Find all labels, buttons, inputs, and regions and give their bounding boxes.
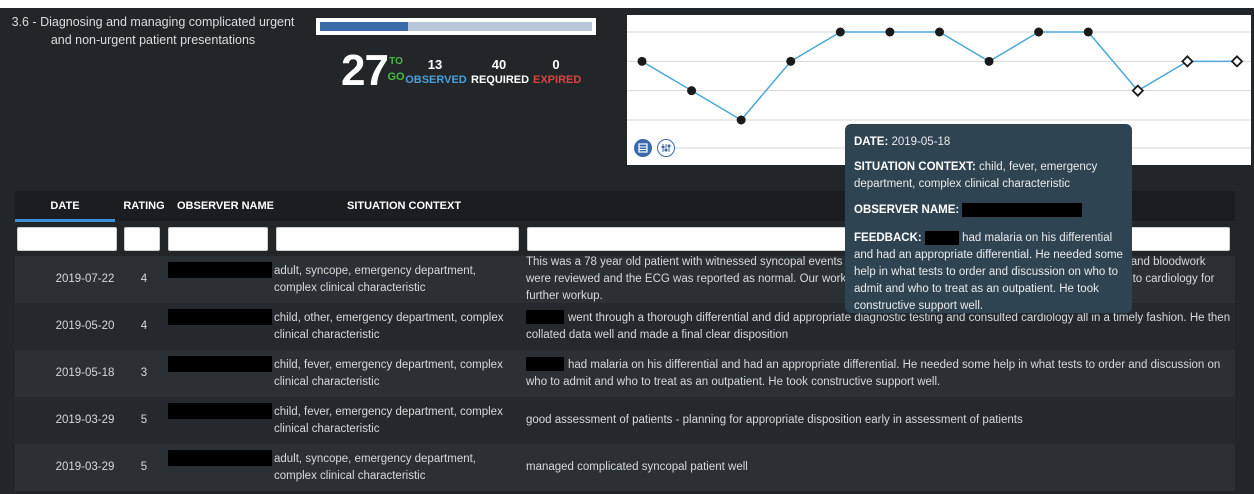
tooltip-observer: OBSERVER NAME: [854,202,1126,219]
row-feedback-text: good assessment of patients - planning f… [526,414,1023,426]
required-label: REQUIRED [471,74,530,86]
data-point-expired[interactable] [1181,55,1194,68]
data-point[interactable] [786,56,796,66]
header-date[interactable]: DATE [15,191,115,221]
date-filter-input[interactable] [17,227,117,251]
data-point[interactable] [1083,27,1093,37]
progress-track [320,22,592,31]
row-context: child, other, emergency department, comp… [274,311,504,341]
table-row[interactable]: 2019-05-18 3 child, fever, emergency dep… [15,350,1235,397]
observed-count: 13 [427,57,443,72]
table-view-icon[interactable] [634,139,652,157]
redacted-observer-name [168,403,272,419]
context-filter-input[interactable] [276,227,519,251]
observed-label: OBSERVED [405,74,467,86]
row-rating: 5 [140,461,148,473]
row-feedback: good assessment of patients - planning f… [526,397,1231,444]
redacted-observer-name [168,356,272,372]
progress-fill [320,22,409,31]
redacted-observer-name [168,450,272,466]
data-point[interactable] [984,56,994,66]
redacted-name [924,230,959,245]
row-rating: 5 [140,414,148,426]
data-point[interactable] [687,86,697,96]
tooltip-date-value: 2019-05-18 [891,136,951,148]
tooltip-observer-label: OBSERVER NAME: [854,204,960,216]
tooltip-feedback-value: had malaria on his differential and had … [854,232,1123,312]
row-rating: 4 [140,273,148,285]
data-point[interactable] [637,56,647,66]
tooltip-context-label: SITUATION CONTEXT: [854,161,976,173]
header-rating[interactable]: RATING [123,191,165,221]
header-context[interactable]: SITUATION CONTEXT [347,191,527,221]
data-point[interactable] [885,27,895,37]
top-band [0,0,1254,8]
expired-count: 0 [552,57,560,72]
table-row[interactable]: 2019-03-29 5 child, fever, emergency dep… [15,397,1235,444]
row-context: adult, syncope, emergency department, co… [274,452,477,482]
to-go-label-bottom: GO [387,71,405,83]
epa-title: 3.6 - Diagnosing and managing complicate… [11,15,295,47]
data-point[interactable] [835,27,845,37]
redacted-observer-name [168,262,272,278]
required-count: 40 [491,57,507,72]
rating-filter-input[interactable] [124,227,160,251]
filter-sliders-icon[interactable] [657,139,675,157]
row-feedback-text: had malaria on his differential and had … [526,358,1221,388]
progress-bar [316,18,596,35]
row-feedback: managed complicated syncopal patient wel… [526,444,1231,491]
to-go-label-top: TO [389,56,403,67]
tooltip-feedback: FEEDBACK: had malaria on his differentia… [854,230,1126,315]
redacted-observer-name [168,309,272,325]
redacted-name [526,310,564,325]
to-go-count: 27 [341,46,389,95]
redacted-name [526,357,564,372]
data-point[interactable] [1034,27,1044,37]
series-line [641,31,1237,121]
tooltip-date-label: DATE: [854,136,889,148]
header-observer[interactable]: OBSERVER NAME [177,191,297,221]
tooltip-context: SITUATION CONTEXT: child, fever, emergen… [854,159,1126,193]
table-row[interactable]: 2019-03-29 5 adult, syncope, emergency d… [15,444,1235,491]
sort-indicator [15,219,115,222]
data-point[interactable] [935,27,944,37]
tooltip-feedback-label: FEEDBACK: [854,232,922,244]
row-context: child, fever, emergency department, comp… [274,405,503,435]
chart-tooltip: DATE: 2019-05-18 SITUATION CONTEXT: chil… [845,124,1132,313]
row-context: adult, syncope, emergency department, co… [274,264,477,294]
observer-filter-input[interactable] [168,227,268,251]
data-point-expired[interactable] [1230,55,1244,68]
data-point[interactable] [736,115,746,125]
redacted-observer-name [962,202,1083,217]
row-feedback: had malaria on his differential and had … [526,350,1231,397]
row-rating: 3 [140,367,148,379]
tooltip-date: DATE: 2019-05-18 [854,134,1126,151]
row-feedback-text: managed complicated syncopal patient wel… [526,461,748,473]
row-context: child, fever, emergency department, comp… [274,358,503,388]
row-rating: 4 [140,320,148,332]
row-feedback-text: went through a thorough differential and… [526,311,1231,341]
expired-label: EXPIRED [533,74,582,86]
